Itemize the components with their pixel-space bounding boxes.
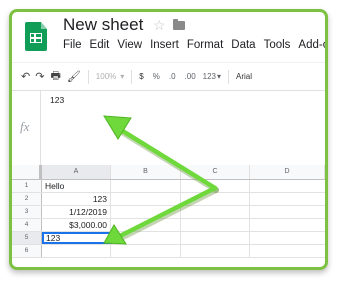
sheets-logo-grid bbox=[30, 33, 42, 43]
app-window: New sheet ☆ File Edit View Insert Format… bbox=[9, 9, 328, 270]
document-title[interactable]: New sheet bbox=[63, 15, 143, 35]
cell-c5[interactable] bbox=[181, 232, 250, 244]
cell-c6[interactable] bbox=[181, 245, 250, 257]
cell-b3[interactable] bbox=[111, 206, 181, 218]
app-header: New sheet ☆ File Edit View Insert Format… bbox=[12, 12, 325, 62]
zoom-chevron-down-icon[interactable]: ▾ bbox=[120, 72, 124, 81]
currency-format-button[interactable]: $ bbox=[139, 72, 143, 81]
cell-b4[interactable] bbox=[111, 219, 181, 231]
formula-bar-divider bbox=[40, 90, 41, 165]
table-row: 4 $3,000.00 bbox=[12, 219, 325, 232]
decrease-decimal-button[interactable]: .0 bbox=[169, 72, 176, 81]
row-header[interactable]: 5 bbox=[12, 232, 42, 244]
toolbar-divider bbox=[131, 69, 133, 84]
column-header-d[interactable]: D bbox=[250, 165, 325, 179]
table-row: 5 123 bbox=[12, 232, 325, 245]
folder-icon[interactable] bbox=[173, 19, 185, 30]
cell-a4[interactable]: $3,000.00 bbox=[42, 219, 111, 231]
menu-edit[interactable]: Edit bbox=[90, 39, 110, 51]
star-icon[interactable]: ☆ bbox=[153, 17, 166, 34]
cell-c3[interactable] bbox=[181, 206, 250, 218]
table-row: 6 bbox=[12, 245, 325, 258]
column-header-row: A B C D bbox=[12, 165, 325, 180]
cell-a5-selected[interactable]: 123 bbox=[42, 232, 112, 244]
row-header[interactable]: 6 bbox=[12, 245, 42, 257]
sheets-logo-fold bbox=[41, 22, 47, 29]
cell-c4[interactable] bbox=[181, 219, 250, 231]
font-select[interactable]: Arial bbox=[236, 72, 252, 81]
cell-a2[interactable]: 123 bbox=[42, 193, 111, 205]
row-header[interactable]: 1 bbox=[12, 180, 42, 192]
menu-data[interactable]: Data bbox=[231, 39, 255, 51]
column-header-c[interactable]: C bbox=[181, 165, 250, 179]
more-formats-button[interactable]: 123 bbox=[203, 72, 216, 81]
cell-c1[interactable] bbox=[181, 180, 250, 192]
select-all-corner[interactable] bbox=[12, 165, 42, 179]
paint-format-icon[interactable]: 🖌 bbox=[67, 70, 81, 83]
row-header[interactable]: 3 bbox=[12, 206, 42, 218]
cell-a1[interactable]: Hello bbox=[42, 180, 111, 192]
toolbar-divider bbox=[87, 69, 89, 84]
cell-b1[interactable] bbox=[111, 180, 181, 192]
cell-a3[interactable]: 1/12/2019 bbox=[42, 206, 111, 218]
column-header-a[interactable]: A bbox=[42, 165, 111, 179]
fx-icon: fx bbox=[20, 119, 30, 134]
menu-format[interactable]: Format bbox=[187, 39, 223, 51]
menu-tools[interactable]: Tools bbox=[264, 39, 291, 51]
menu-addons[interactable]: Add-ons bbox=[298, 39, 325, 51]
menu-insert[interactable]: Insert bbox=[150, 39, 179, 51]
formula-input[interactable]: 123 bbox=[50, 95, 64, 105]
cell-b6[interactable] bbox=[111, 245, 181, 257]
cell-c2[interactable] bbox=[181, 193, 250, 205]
table-row: 2 123 bbox=[12, 193, 325, 206]
zoom-select[interactable]: 100% bbox=[96, 72, 116, 81]
spreadsheet-grid: A B C D 1 Hello 2 123 3 1/12/2019 4 $3,0… bbox=[12, 165, 325, 267]
cell-a6[interactable] bbox=[42, 245, 111, 257]
table-row: 3 1/12/2019 bbox=[12, 206, 325, 219]
print-icon[interactable]: 🖶 bbox=[50, 67, 60, 86]
toolbar-divider bbox=[228, 69, 230, 84]
cell-b5[interactable] bbox=[112, 232, 181, 244]
menu-file[interactable]: File bbox=[63, 39, 82, 51]
menu-bar: File Edit View Insert Format Data Tools … bbox=[63, 39, 325, 51]
table-row: 1 Hello bbox=[12, 180, 325, 193]
percent-format-button[interactable]: % bbox=[153, 72, 160, 81]
increase-decimal-button[interactable]: .00 bbox=[185, 72, 196, 81]
more-formats-chevron-down-icon[interactable]: ▾ bbox=[217, 72, 221, 81]
menu-view[interactable]: View bbox=[117, 39, 142, 51]
toolbar: ↶ ↷ 🖶 🖌 100% ▾ $ % .0 .00 123 ▾ Arial bbox=[12, 62, 325, 91]
row-header[interactable]: 4 bbox=[12, 219, 42, 231]
redo-icon[interactable]: ↷ bbox=[35, 70, 44, 83]
row-header[interactable]: 2 bbox=[12, 193, 42, 205]
column-header-b[interactable]: B bbox=[111, 165, 181, 179]
formula-bar: fx 123 bbox=[12, 90, 325, 166]
undo-icon[interactable]: ↶ bbox=[21, 70, 30, 83]
cell-b2[interactable] bbox=[111, 193, 181, 205]
